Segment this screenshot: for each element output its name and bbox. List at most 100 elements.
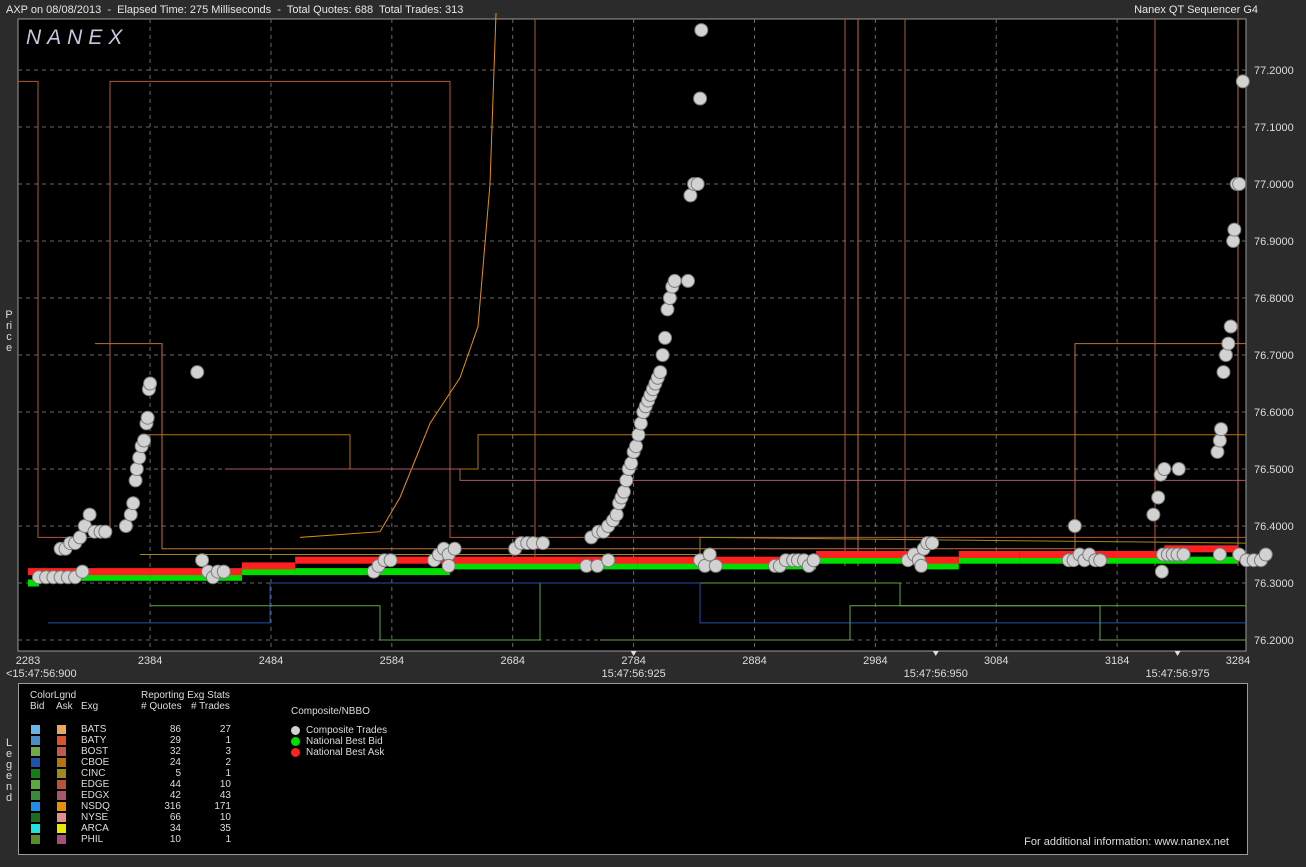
- bid-header: Bid: [30, 701, 45, 712]
- time-label: <15:47:56:900: [6, 668, 77, 680]
- trade-count: 35: [219, 823, 231, 834]
- trade-point: [216, 564, 231, 579]
- composite-swatch: [291, 737, 300, 746]
- time-label: 15:47:56:925: [601, 668, 665, 680]
- trade-count: 1: [225, 834, 231, 845]
- bid-swatch: [31, 802, 40, 811]
- exchange-name: CBOE: [81, 757, 110, 768]
- trade-point: [190, 365, 205, 380]
- trade-point: [1235, 74, 1250, 89]
- time-marker: [932, 651, 939, 656]
- ask-swatch: [57, 791, 66, 800]
- quote-count: 29: [169, 735, 181, 746]
- trade-point: [195, 553, 210, 568]
- exchange-name: BATY: [81, 735, 107, 746]
- trade-point: [441, 558, 456, 573]
- x-tick-label: 2283: [16, 655, 40, 667]
- trade-point: [1154, 564, 1169, 579]
- legend-row: NSDQ 316 171: [19, 801, 279, 812]
- trade-point: [629, 439, 644, 454]
- trade-point: [633, 416, 648, 431]
- trade-point: [1232, 177, 1247, 191]
- quote-count: 32: [169, 746, 181, 757]
- trade-point: [1146, 507, 1161, 522]
- quote-count: 66: [169, 812, 181, 823]
- chart-svg: 77.2000 77.1000 77.0000 76.9000 76.8000 76.70…: [6, 12, 1294, 680]
- y-tick-label: 76.6000: [1254, 407, 1294, 419]
- trade-count: 3: [225, 746, 231, 757]
- x-tick-label: 2984: [863, 655, 887, 667]
- trade-point: [1093, 553, 1108, 568]
- time-marker: [1174, 651, 1181, 656]
- quote-count: 42: [169, 790, 181, 801]
- trade-point: [98, 524, 113, 539]
- bid-swatch: [31, 725, 40, 734]
- trade-point: [126, 496, 141, 511]
- bid-swatch: [31, 736, 40, 745]
- x-tick-label: 2384: [138, 655, 162, 667]
- trade-point: [655, 348, 670, 362]
- trade-point: [667, 273, 682, 288]
- trade-point: [1216, 365, 1231, 380]
- trade-point: [702, 547, 717, 562]
- exg-header: Exg: [81, 701, 99, 712]
- trade-point: [1214, 422, 1229, 437]
- x-tick-label: 2884: [742, 655, 766, 667]
- x-tick-label: 2684: [500, 655, 524, 667]
- x-tick-label: 3184: [1105, 655, 1129, 667]
- trade-point: [1067, 519, 1082, 533]
- trade-point: [806, 553, 821, 568]
- trade-point: [137, 433, 152, 448]
- trade-point: [1227, 222, 1242, 237]
- legend-row: PHIL 10 1: [19, 834, 279, 845]
- trade-point: [1176, 547, 1191, 562]
- ask-swatch: [57, 736, 66, 745]
- best-bid-band: [391, 568, 450, 576]
- trade-point: [1212, 547, 1227, 562]
- x-tick-label: 3284: [1226, 655, 1250, 667]
- y-tick-label: 77.0000: [1254, 179, 1294, 191]
- nanex-logo: NANEX: [26, 26, 128, 49]
- exchange-name: PHIL: [81, 834, 104, 845]
- bid-swatch: [31, 791, 40, 800]
- trade-point: [1171, 462, 1186, 476]
- trade-point: [658, 330, 673, 345]
- y-tick-label: 76.4000: [1254, 521, 1294, 533]
- trade-point: [123, 507, 138, 522]
- ask-swatch: [57, 824, 66, 833]
- trade-point: [925, 536, 940, 551]
- trade-count: 43: [219, 790, 231, 801]
- legend-row: BATS 86 27: [19, 724, 279, 735]
- trade-point: [609, 507, 624, 522]
- exchange-name: NSDQ: [81, 801, 110, 812]
- time-label: 15:47:56:950: [904, 668, 968, 680]
- trade-point: [383, 553, 398, 568]
- legend-row: CBOE 24 2: [19, 757, 279, 768]
- time-label: 15:47:56:975: [1145, 668, 1209, 680]
- trade-point: [1221, 336, 1236, 351]
- ask-swatch: [57, 813, 66, 822]
- trade-point: [132, 450, 147, 465]
- trade-point: [660, 302, 675, 317]
- trade-point: [447, 541, 462, 556]
- y-tick-label: 76.5000: [1254, 464, 1294, 476]
- legend-row: CINC 5 1: [19, 768, 279, 779]
- bid-swatch: [31, 813, 40, 822]
- best-ask-band: [958, 551, 1020, 558]
- legend-row: ARCA 34 35: [19, 823, 279, 834]
- bid-swatch: [31, 769, 40, 778]
- quote-count: 5: [175, 768, 181, 779]
- legend-row: BOST 32 3: [19, 746, 279, 757]
- trade-point: [140, 410, 155, 425]
- trades-header: # Trades: [191, 701, 230, 712]
- trade-point: [1218, 348, 1233, 362]
- trade-point: [690, 177, 705, 191]
- trade-point: [624, 456, 639, 471]
- legend-row: BATY 29 1: [19, 735, 279, 746]
- bid-swatch: [31, 780, 40, 789]
- exchange-name: CINC: [81, 768, 106, 779]
- x-tick-label: 2484: [259, 655, 283, 667]
- ask-swatch: [57, 747, 66, 756]
- exchange-name: ARCA: [81, 823, 109, 834]
- exchange-name: EDGE: [81, 779, 110, 790]
